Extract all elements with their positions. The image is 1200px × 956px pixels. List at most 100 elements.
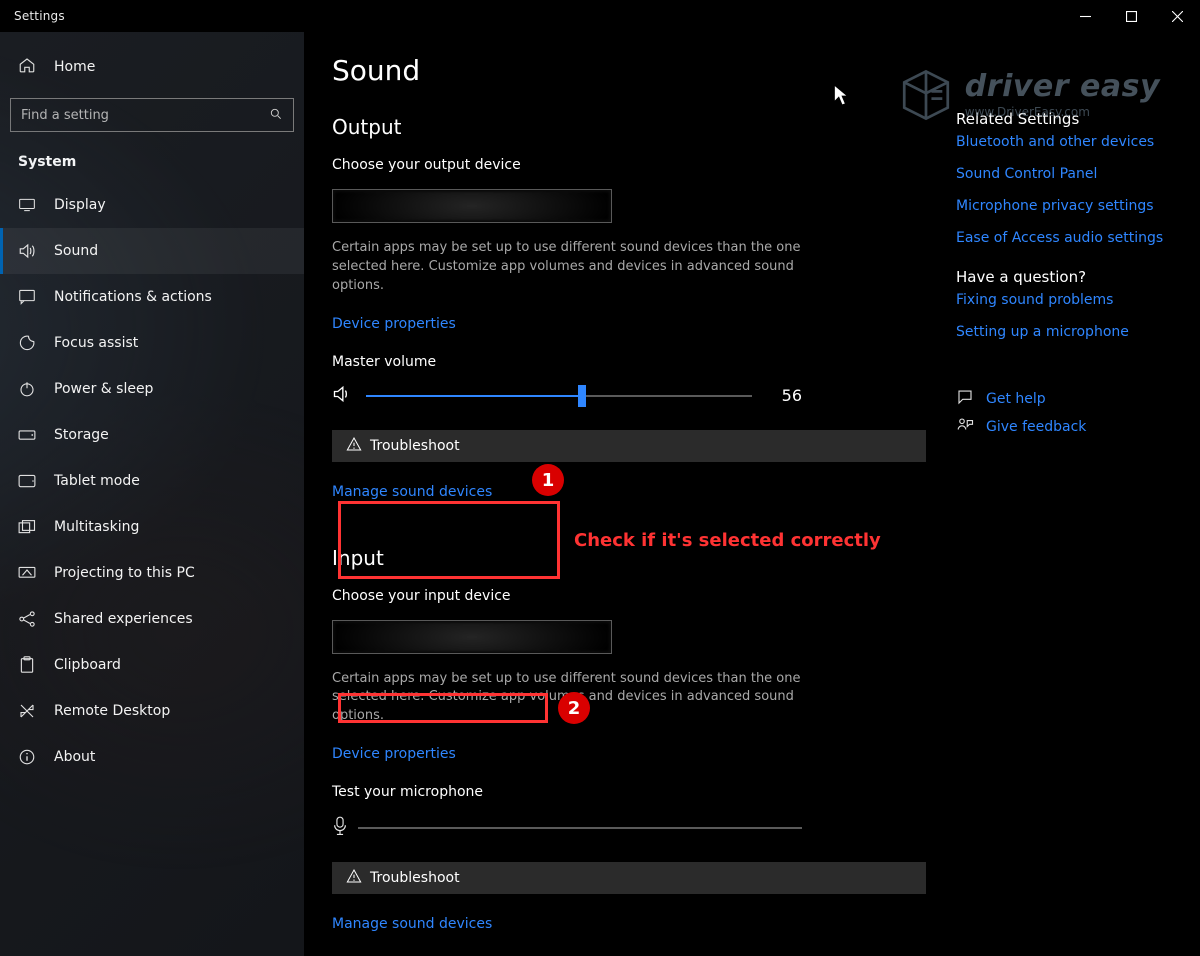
have-question-title: Have a question? <box>956 268 1184 286</box>
master-volume-label: Master volume <box>332 354 926 370</box>
mic-level-bar <box>358 827 802 829</box>
give-feedback-row[interactable]: Give feedback <box>956 416 1184 438</box>
question-links: Fixing sound problems Setting up a micro… <box>956 292 1184 340</box>
link-bluetooth-devices[interactable]: Bluetooth and other devices <box>956 134 1184 150</box>
output-device-properties-link[interactable]: Device properties <box>332 316 926 332</box>
test-mic-label: Test your microphone <box>332 784 926 800</box>
window-controls <box>1062 0 1200 32</box>
sidebar-item-storage[interactable]: Storage <box>0 412 304 458</box>
link-fixing-sound[interactable]: Fixing sound problems <box>956 292 1184 308</box>
sidebar-item-tablet-mode[interactable]: Tablet mode <box>0 458 304 504</box>
give-feedback-link[interactable]: Give feedback <box>986 419 1086 435</box>
link-microphone-privacy[interactable]: Microphone privacy settings <box>956 198 1184 214</box>
chat-icon <box>956 388 974 410</box>
sidebar-item-shared-experiences[interactable]: Shared experiences <box>0 596 304 642</box>
title-bar: Settings <box>0 0 1200 32</box>
link-ease-of-access-audio[interactable]: Ease of Access audio settings <box>956 230 1184 246</box>
input-choose-label: Choose your input device <box>332 588 926 604</box>
warning-icon <box>346 436 362 456</box>
close-button[interactable] <box>1154 0 1200 32</box>
sidebar-item-display[interactable]: Display <box>0 182 304 228</box>
window-body: Home System Display Sound <box>0 32 1200 956</box>
sidebar-item-sound[interactable]: Sound <box>0 228 304 274</box>
volume-icon[interactable] <box>332 384 352 408</box>
mic-test-row <box>332 816 802 840</box>
master-volume-value: 56 <box>766 386 802 405</box>
warning-icon <box>346 868 362 888</box>
shared-experiences-icon <box>18 610 36 628</box>
troubleshoot-label: Troubleshoot <box>370 438 460 454</box>
sidebar-item-label: Remote Desktop <box>54 703 170 719</box>
master-volume-slider[interactable] <box>366 384 752 408</box>
notifications-icon <box>18 289 36 305</box>
input-manage-link[interactable]: Manage sound devices <box>332 916 926 932</box>
get-help-link[interactable]: Get help <box>986 391 1046 407</box>
link-sound-control-panel[interactable]: Sound Control Panel <box>956 166 1184 182</box>
sidebar-nav: Display Sound Notifications & actions Fo… <box>0 182 304 780</box>
sidebar: Home System Display Sound <box>0 32 304 956</box>
sidebar-item-label: Power & sleep <box>54 381 153 397</box>
sidebar-item-label: Multitasking <box>54 519 139 535</box>
tablet-icon <box>18 474 36 488</box>
right-column: Related Settings Bluetooth and other dev… <box>950 32 1200 956</box>
output-desc: Certain apps may be set up to use differ… <box>332 239 802 296</box>
multitasking-icon <box>18 520 36 534</box>
sidebar-item-notifications[interactable]: Notifications & actions <box>0 274 304 320</box>
about-icon <box>18 748 36 766</box>
sound-icon <box>18 242 36 260</box>
sidebar-item-label: Projecting to this PC <box>54 565 195 581</box>
microphone-icon <box>332 816 348 840</box>
related-links: Bluetooth and other devices Sound Contro… <box>956 134 1184 246</box>
sidebar-item-projecting[interactable]: Projecting to this PC <box>0 550 304 596</box>
power-icon <box>18 380 36 398</box>
sidebar-section-title: System <box>0 146 304 176</box>
settings-window: Settings Home System <box>0 0 1200 903</box>
output-device-select[interactable] <box>332 189 612 223</box>
sidebar-item-label: Clipboard <box>54 657 121 673</box>
sidebar-item-remote-desktop[interactable]: Remote Desktop <box>0 688 304 734</box>
get-help-row[interactable]: Get help <box>956 388 1184 410</box>
output-heading: Output <box>332 115 926 139</box>
sidebar-item-label: Tablet mode <box>54 473 140 489</box>
clipboard-icon <box>18 656 36 674</box>
sidebar-item-label: Notifications & actions <box>54 289 212 305</box>
minimize-button[interactable] <box>1062 0 1108 32</box>
troubleshoot-label: Troubleshoot <box>370 870 460 886</box>
focus-assist-icon <box>18 334 36 352</box>
sidebar-item-multitasking[interactable]: Multitasking <box>0 504 304 550</box>
input-desc: Certain apps may be set up to use differ… <box>332 670 802 727</box>
maximize-button[interactable] <box>1108 0 1154 32</box>
search-icon <box>269 106 283 125</box>
link-setting-up-mic[interactable]: Setting up a microphone <box>956 324 1184 340</box>
output-troubleshoot-button[interactable]: Troubleshoot <box>332 430 926 462</box>
content: Sound Output Choose your output device C… <box>304 32 1200 956</box>
input-device-select[interactable] <box>332 620 612 654</box>
sidebar-item-clipboard[interactable]: Clipboard <box>0 642 304 688</box>
sidebar-item-focus-assist[interactable]: Focus assist <box>0 320 304 366</box>
feedback-icon <box>956 416 974 438</box>
sidebar-item-label: Focus assist <box>54 335 138 351</box>
main: Sound Output Choose your output device C… <box>304 32 950 956</box>
sidebar-item-about[interactable]: About <box>0 734 304 780</box>
display-icon <box>18 198 36 212</box>
sidebar-item-label: Display <box>54 197 106 213</box>
sidebar-item-label: Shared experiences <box>54 611 193 627</box>
input-troubleshoot-button[interactable]: Troubleshoot <box>332 862 926 894</box>
window-title: Settings <box>14 9 65 23</box>
search-setting[interactable] <box>10 98 294 132</box>
master-volume-row: 56 <box>332 384 802 408</box>
home-icon <box>18 56 36 78</box>
search-input[interactable] <box>21 108 269 123</box>
storage-icon <box>18 429 36 441</box>
input-device-properties-link[interactable]: Device properties <box>332 746 926 762</box>
sidebar-item-label: Sound <box>54 243 98 259</box>
related-settings-title: Related Settings <box>956 110 1184 128</box>
projecting-icon <box>18 566 36 580</box>
input-heading: Input <box>332 546 926 570</box>
sidebar-item-label: About <box>54 749 95 765</box>
output-manage-link[interactable]: Manage sound devices <box>332 484 926 500</box>
home-label: Home <box>54 59 95 75</box>
page-title: Sound <box>332 54 926 87</box>
sidebar-item-power-sleep[interactable]: Power & sleep <box>0 366 304 412</box>
sidebar-home[interactable]: Home <box>0 44 304 90</box>
